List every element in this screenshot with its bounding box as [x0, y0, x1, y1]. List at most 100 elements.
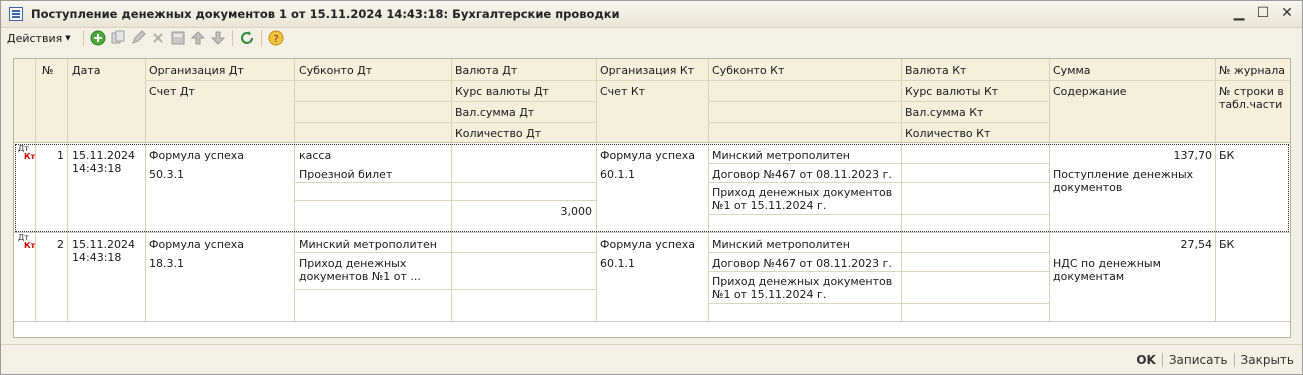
cell-acc-kt: 60.1.1 — [600, 257, 635, 270]
entries-table[interactable]: № Дата Организация Дт Счет Дт Субконто Д… — [13, 58, 1291, 338]
cell-line — [708, 163, 1049, 164]
cell-journal: БК — [1219, 238, 1235, 251]
post-icon[interactable] — [168, 29, 188, 47]
ok-button[interactable]: OK — [1136, 353, 1156, 367]
cell-subconto-dt-1: касса — [299, 149, 332, 162]
form-footer: OK Записать Закрыть — [1, 344, 1302, 374]
footer-separator — [1233, 352, 1235, 367]
cell-num: 1 — [57, 149, 64, 162]
maximize-button[interactable]: ☐ — [1256, 5, 1270, 21]
document-window: Поступление денежных документов 1 от 15.… — [0, 0, 1303, 375]
move-up-icon[interactable] — [188, 29, 208, 47]
cell-line — [294, 252, 596, 253]
cell-acc-dt: 50.3.1 — [149, 168, 184, 181]
dt-kt-entry-icon: Дт Кт — [18, 144, 36, 161]
toolbar-separator — [231, 30, 233, 46]
col-header-subconto-dt[interactable]: Субконто Дт — [299, 64, 372, 77]
add-icon[interactable] — [88, 29, 108, 47]
toolbar-separator — [260, 30, 262, 46]
cell-sum: 27,54 — [1180, 238, 1213, 251]
cell-line — [708, 182, 1049, 183]
col-header-cur-sum-dt[interactable]: Вал.сумма Дт — [455, 106, 534, 119]
svg-text:?: ? — [273, 34, 278, 45]
col-header-rate-kt[interactable]: Курс валюты Кт — [905, 85, 998, 98]
header-subrow-line — [294, 101, 596, 102]
cell-subconto-kt-2: Договор №467 от 08.11.2023 г. — [712, 257, 892, 270]
cell-subconto-kt-3: Приход денежных документов №1 от 15.11.2… — [712, 186, 893, 212]
document-icon — [9, 7, 23, 21]
cell-subconto-dt-2: Приход денежных документов №1 от ... — [299, 257, 421, 283]
cell-line — [294, 289, 596, 290]
cell-subconto-dt-1: Минский метрополитен — [299, 238, 437, 251]
actions-label: Действия — [7, 31, 63, 45]
cell-time: 14:43:18 — [72, 251, 122, 264]
cell-subconto-kt-2: Договор №467 от 08.11.2023 г. — [712, 168, 892, 181]
cell-line — [708, 303, 1049, 304]
cell-subconto-dt-2: Проезной билет — [299, 168, 393, 181]
dropdown-arrow-icon: ▼ — [65, 34, 71, 42]
col-header-org-dt[interactable]: Организация Дт — [149, 64, 244, 77]
col-header-sum[interactable]: Сумма — [1053, 64, 1091, 77]
cell-date: 15.11.2024 — [72, 149, 135, 162]
cell-org-kt: Формула успеха — [600, 149, 696, 162]
actions-menu[interactable]: Действия ▼ — [7, 32, 71, 45]
cell-line — [294, 182, 596, 183]
col-header-qty-kt[interactable]: Количество Кт — [905, 127, 990, 140]
row-separator — [14, 232, 1290, 233]
col-header-acc-dt[interactable]: Счет Дт — [149, 85, 195, 98]
move-down-icon[interactable] — [208, 29, 228, 47]
cell-journal: БК — [1219, 149, 1235, 162]
header-subrow-line — [708, 122, 1049, 123]
header-subrow-line — [145, 80, 1290, 81]
cell-subconto-kt-3: Приход денежных документов №1 от 15.11.2… — [712, 275, 893, 301]
window-controls: ▁ ☐ ✕ — [1232, 5, 1294, 21]
cell-content: Поступление денежных документов — [1053, 168, 1194, 194]
col-header-subconto-kt[interactable]: Субконто Кт — [712, 64, 784, 77]
edit-icon[interactable] — [128, 29, 148, 47]
cell-subconto-kt-1: Минский метрополитен — [712, 149, 850, 162]
toolbar-separator — [82, 30, 84, 46]
cell-sum: 137,70 — [1173, 149, 1213, 162]
cell-acc-kt: 60.1.1 — [600, 168, 635, 181]
cell-content: НДС по денежным документам — [1053, 257, 1161, 283]
header-subrow-line — [708, 101, 1049, 102]
row-separator — [14, 321, 1290, 322]
col-header-org-kt[interactable]: Организация Кт — [600, 64, 694, 77]
cell-acc-dt: 18.3.1 — [149, 257, 184, 270]
help-icon[interactable]: ? — [266, 29, 286, 47]
footer-separator — [1161, 352, 1163, 367]
cell-num: 2 — [57, 238, 64, 251]
close-form-button[interactable]: Закрыть — [1241, 353, 1294, 367]
dt-kt-entry-icon: Дт Кт — [18, 233, 36, 250]
copy-icon[interactable] — [108, 29, 128, 47]
cell-org-dt: Формула успеха — [149, 149, 245, 162]
window-title: Поступление денежных документов 1 от 15.… — [31, 7, 620, 21]
col-header-qty-dt[interactable]: Количество Дт — [455, 127, 541, 140]
col-header-currency-kt[interactable]: Валюта Кт — [905, 64, 966, 77]
refresh-icon[interactable] — [237, 29, 257, 47]
cell-subconto-kt-1: Минский метрополитен — [712, 238, 850, 251]
title-bar[interactable]: Поступление денежных документов 1 от 15.… — [1, 1, 1302, 28]
delete-icon[interactable] — [148, 29, 168, 47]
col-header-date[interactable]: Дата — [72, 64, 100, 77]
header-subrow-line — [294, 122, 596, 123]
cell-line — [708, 271, 1049, 272]
col-header-journal[interactable]: № журнала — [1219, 64, 1285, 77]
col-header-currency-dt[interactable]: Валюта Дт — [455, 64, 517, 77]
col-header-acc-kt[interactable]: Счет Кт — [600, 85, 645, 98]
col-header-num[interactable]: № — [42, 64, 53, 77]
cell-org-kt: Формула успеха — [600, 238, 696, 251]
col-header-cur-sum-kt[interactable]: Вал.сумма Кт — [905, 106, 983, 119]
save-button[interactable]: Записать — [1169, 353, 1228, 367]
close-button[interactable]: ✕ — [1280, 5, 1294, 21]
toolbar: Действия ▼ ? — [1, 28, 1302, 48]
cell-time: 14:43:18 — [72, 162, 122, 175]
cell-line — [708, 252, 1049, 253]
col-header-line-no[interactable]: № строки в табл.части — [1219, 85, 1289, 111]
cell-line — [294, 200, 596, 201]
cell-date: 15.11.2024 — [72, 238, 135, 251]
cell-line — [708, 214, 1049, 215]
col-header-rate-dt[interactable]: Курс валюты Дт — [455, 85, 549, 98]
minimize-button[interactable]: ▁ — [1232, 5, 1246, 21]
col-header-content[interactable]: Содержание — [1053, 85, 1127, 98]
